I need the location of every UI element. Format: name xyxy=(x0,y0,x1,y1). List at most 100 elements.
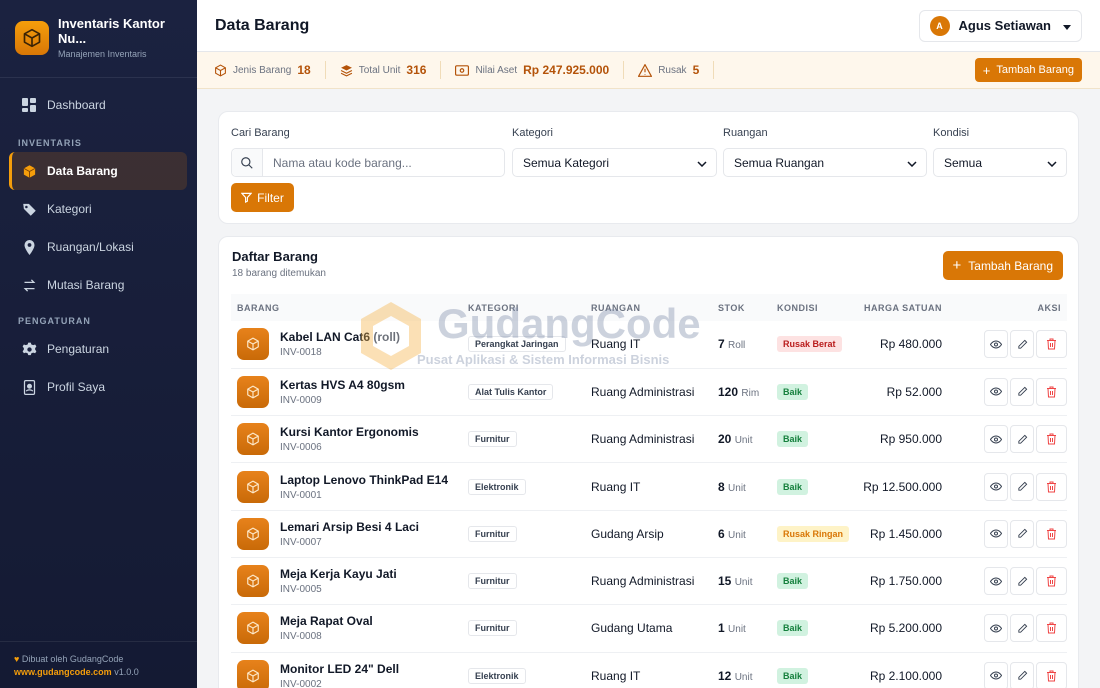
edit-button[interactable] xyxy=(1010,472,1034,501)
box-icon xyxy=(237,517,269,550)
stock-value: 20 xyxy=(718,432,732,447)
table-row[interactable]: Meja Rapat Oval INV-0008 Furnitur Gudang… xyxy=(231,605,1067,653)
filter-icon xyxy=(241,192,253,203)
sidebar-item-pengaturan[interactable]: Pengaturan xyxy=(9,330,187,368)
pencil-icon xyxy=(1017,576,1027,586)
edit-button[interactable] xyxy=(1010,519,1034,548)
column-header[interactable]: BARANG xyxy=(231,294,468,321)
sidebar-item-label: Data Barang xyxy=(47,164,118,178)
filter-card: Cari Barang Nama atau kode barang... Kat… xyxy=(218,111,1079,224)
stock-value: 120 xyxy=(718,384,739,399)
edit-button[interactable] xyxy=(1010,567,1034,596)
search-input[interactable]: Nama atau kode barang... xyxy=(273,156,412,170)
column-header[interactable]: HARGA SATUAN xyxy=(857,294,960,321)
category-badge: Furnitur xyxy=(468,431,517,448)
room-cell: Ruang Administrasi xyxy=(591,432,695,447)
edit-button[interactable] xyxy=(1010,614,1034,643)
delete-button[interactable] xyxy=(1036,377,1067,406)
edit-button[interactable] xyxy=(1010,377,1034,406)
table-row[interactable]: Kursi Kantor Ergonomis INV-0006 Furnitur… xyxy=(231,416,1067,463)
kondisi-select[interactable]: Semua xyxy=(933,148,1067,177)
view-button[interactable] xyxy=(984,661,1008,688)
delete-button[interactable] xyxy=(1036,330,1067,359)
delete-button[interactable] xyxy=(1036,472,1067,501)
column-header[interactable]: STOK xyxy=(718,294,777,321)
column-header[interactable]: KATEGORI xyxy=(468,294,591,321)
table-row[interactable]: Meja Kerja Kayu Jati INV-0005 Furnitur R… xyxy=(231,557,1067,605)
button-label: Tambah Barang xyxy=(968,258,1053,273)
filter-button[interactable]: Filter xyxy=(231,183,294,212)
sidebar-item-profil[interactable]: Profil Saya xyxy=(9,368,187,406)
box-icon xyxy=(237,328,269,361)
delete-button[interactable] xyxy=(1036,567,1067,596)
room-cell: Ruang Administrasi xyxy=(591,384,695,399)
sidebar-item-label: Kategori xyxy=(47,202,92,216)
trash-icon xyxy=(1047,528,1056,540)
layers-icon xyxy=(340,64,353,77)
box-icon xyxy=(21,163,37,179)
sidebar-item-kategori[interactable]: Kategori xyxy=(9,190,187,228)
table-row[interactable]: Monitor LED 24" Dell INV-0002 Elektronik… xyxy=(231,652,1067,688)
sidebar-item-data-barang[interactable]: Data Barang xyxy=(9,152,187,190)
sidebar-item-dashboard[interactable]: Dashboard xyxy=(9,86,187,124)
view-button[interactable] xyxy=(984,425,1008,454)
edit-button[interactable] xyxy=(1010,661,1034,688)
view-button[interactable] xyxy=(984,377,1008,406)
sidebar-item-mutasi[interactable]: Mutasi Barang xyxy=(9,266,187,304)
view-button[interactable] xyxy=(984,519,1008,548)
view-button[interactable] xyxy=(984,472,1008,501)
column-header[interactable]: RUANGAN xyxy=(591,294,718,321)
delete-button[interactable] xyxy=(1036,661,1067,688)
stock-value: 8 xyxy=(718,479,725,494)
trash-icon xyxy=(1047,386,1056,398)
list-title: Daftar Barang xyxy=(232,249,318,264)
category-badge: Elektronik xyxy=(468,478,526,495)
view-button[interactable] xyxy=(984,567,1008,596)
view-button[interactable] xyxy=(984,614,1008,643)
kondisi-label: Kondisi xyxy=(933,127,970,139)
footer-link[interactable]: www.gudangcode.com xyxy=(14,667,112,677)
stat-total-unit: Total Unit 316 xyxy=(340,61,442,79)
kategori-select[interactable]: Semua Kategori xyxy=(512,148,717,177)
add-item-button[interactable]: + Tambah Barang xyxy=(942,251,1063,280)
pencil-icon xyxy=(1017,434,1027,444)
delete-button[interactable] xyxy=(1036,425,1067,454)
delete-button[interactable] xyxy=(1036,614,1067,643)
pencil-icon xyxy=(1017,481,1027,491)
table-row[interactable]: Lemari Arsip Besi 4 Laci INV-0007 Furnit… xyxy=(231,510,1067,558)
item-name: Meja Rapat Oval xyxy=(280,614,373,629)
trash-icon xyxy=(1047,575,1056,587)
brand[interactable]: Inventaris Kantor Nu... Manajemen Invent… xyxy=(0,0,197,78)
kategori-label: Kategori xyxy=(512,127,553,139)
tambah-barang-button[interactable]: + Tambah Barang xyxy=(974,58,1082,82)
table-row[interactable]: Kertas HVS A4 80gsm INV-0009 Alat Tulis … xyxy=(231,368,1067,416)
pencil-icon xyxy=(1017,670,1027,680)
stat-value: 18 xyxy=(297,63,311,77)
stock-unit: Unit xyxy=(734,577,753,589)
view-button[interactable] xyxy=(984,330,1008,359)
condition-badge: Baik xyxy=(777,431,809,448)
price-cell: Rp 2.100.000 xyxy=(869,668,942,683)
pencil-icon xyxy=(1017,529,1027,538)
condition-badge: Baik xyxy=(777,478,809,495)
sidebar-item-ruangan[interactable]: Ruangan/Lokasi xyxy=(9,228,187,266)
eye-icon xyxy=(990,387,1002,396)
search-field[interactable]: Nama atau kode barang... xyxy=(231,148,505,177)
edit-button[interactable] xyxy=(1010,425,1034,454)
delete-button[interactable] xyxy=(1036,519,1067,548)
pencil-icon xyxy=(1017,339,1027,349)
item-name: Kursi Kantor Ergonomis xyxy=(280,425,419,440)
stock-value: 15 xyxy=(718,574,732,589)
plus-icon: + xyxy=(982,62,991,78)
main: Data Barang A Agus Setiawan Jenis Barang… xyxy=(197,0,1100,688)
chevron-down-icon xyxy=(1047,156,1057,170)
ruangan-select[interactable]: Semua Ruangan xyxy=(723,148,927,177)
table-row[interactable]: Laptop Lenovo ThinkPad E14 INV-0001 Elek… xyxy=(231,463,1067,511)
table-row[interactable]: Kabel LAN Cat6 (roll) INV-0018 Perangkat… xyxy=(231,321,1067,369)
column-header[interactable]: KONDISI xyxy=(777,294,857,321)
edit-button[interactable] xyxy=(1010,330,1034,359)
stock-unit: Roll xyxy=(728,340,746,352)
topbar: Data Barang A Agus Setiawan xyxy=(197,0,1100,52)
user-menu-button[interactable]: A Agus Setiawan xyxy=(918,9,1082,42)
user-name: Agus Setiawan xyxy=(958,18,1051,33)
